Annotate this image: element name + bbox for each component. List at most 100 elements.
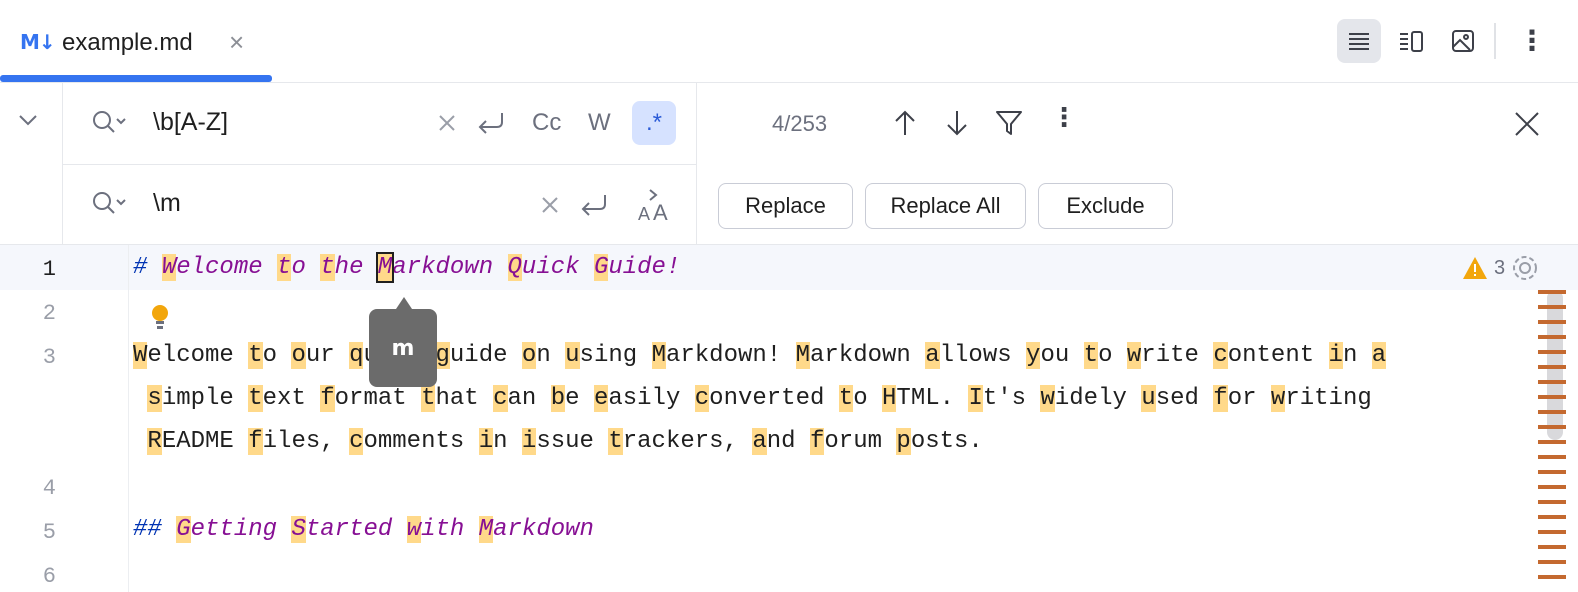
- next-occurrence-icon[interactable]: [945, 109, 969, 137]
- search-match: t: [277, 254, 292, 281]
- exclude-button[interactable]: Exclude: [1038, 183, 1173, 229]
- code-text: arkdown!: [665, 342, 796, 369]
- code-text: rite: [1141, 342, 1214, 369]
- search-match: t: [1083, 342, 1099, 369]
- code-text: #: [133, 254, 162, 281]
- code-text: uide!: [608, 254, 681, 281]
- markdown-file-icon: M↓: [20, 30, 56, 54]
- replacement-preview-tooltip: m: [369, 297, 437, 387]
- scroll-marker: [1538, 545, 1566, 549]
- clear-search-icon[interactable]: [438, 114, 456, 132]
- code-line-5: ## Getting Started with Markdown: [133, 516, 594, 543]
- close-find-icon[interactable]: [1513, 110, 1541, 138]
- replace-all-button[interactable]: Replace All: [865, 183, 1026, 229]
- toolbar-divider: [1494, 23, 1496, 59]
- match-case-option[interactable]: Cc: [532, 109, 561, 137]
- search-match: H: [882, 385, 897, 412]
- filter-icon[interactable]: [995, 109, 1023, 137]
- editor-only-icon: [1349, 33, 1369, 50]
- code-text: uick: [521, 254, 594, 281]
- code-text: arkdown: [392, 254, 508, 281]
- search-match: e: [593, 385, 609, 412]
- code-text: orum: [824, 428, 897, 455]
- scroll-marker: [1538, 530, 1566, 534]
- clear-replace-icon[interactable]: [541, 196, 559, 214]
- scroll-marker: [1538, 515, 1566, 519]
- scroll-marker: [1538, 365, 1566, 369]
- code-text: ontent: [1227, 342, 1329, 369]
- more-options-icon[interactable]: ⋮: [1518, 24, 1546, 57]
- search-match: i: [521, 428, 537, 455]
- line-number: 3: [42, 345, 56, 370]
- code-line-3-wrap-2: README files, comments in issue trackers…: [133, 428, 983, 455]
- tab-example-md[interactable]: M↓ example.md ×: [0, 0, 272, 82]
- editor-tab-bar: M↓ example.md × ⋮: [0, 0, 1578, 83]
- code-text: e: [565, 385, 594, 412]
- line-number-gutter: 1 2 3 4 5 6: [0, 245, 129, 592]
- replace-new-line-icon[interactable]: [579, 192, 609, 218]
- split-view-button[interactable]: [1389, 19, 1433, 63]
- code-text: o: [262, 342, 292, 369]
- new-line-icon[interactable]: [476, 110, 506, 136]
- search-match: p: [896, 428, 911, 455]
- replace-history-icon[interactable]: [92, 190, 128, 216]
- editor-only-view-button[interactable]: [1337, 19, 1381, 63]
- search-history-icon[interactable]: [92, 109, 128, 135]
- toggle-replace-button[interactable]: [0, 83, 63, 244]
- preserve-case-icon[interactable]: AA: [636, 188, 672, 222]
- gear-icon[interactable]: [1511, 254, 1539, 282]
- code-text: he: [334, 254, 378, 281]
- code-text: ormat: [334, 385, 422, 412]
- replace-button[interactable]: Replace: [718, 183, 853, 229]
- code-text: an: [507, 385, 551, 412]
- find-more-options-icon[interactable]: ⋮: [1051, 103, 1077, 133]
- code-text: n: [1342, 342, 1372, 369]
- code-text: TML.: [896, 385, 969, 412]
- svg-text:A: A: [653, 200, 668, 222]
- search-match: R: [147, 428, 162, 455]
- code-text: elcome: [147, 342, 249, 369]
- search-match: w: [406, 516, 422, 543]
- whole-words-option[interactable]: W: [588, 109, 611, 137]
- code-text: idely: [1054, 385, 1142, 412]
- scroll-marker: [1538, 335, 1566, 339]
- search-match: S: [291, 516, 306, 543]
- find-replace-panel: \b[A-Z] Cc W .* \m AA 4/253 ⋮ Replace Re…: [0, 83, 1578, 245]
- close-tab-icon[interactable]: ×: [229, 27, 244, 58]
- code-text: arkdown: [493, 516, 594, 543]
- preview-only-button[interactable]: [1441, 19, 1485, 63]
- search-match: c: [1213, 342, 1228, 369]
- svg-text:A: A: [638, 204, 650, 222]
- find-results-pane: 4/253 ⋮ Replace Replace All Exclude: [696, 83, 1578, 244]
- code-text: llows: [939, 342, 1027, 369]
- scroll-marker: [1538, 500, 1566, 504]
- search-match: c: [493, 385, 508, 412]
- regex-option[interactable]: .*: [632, 101, 676, 145]
- replace-input[interactable]: \m: [153, 189, 513, 218]
- search-match: G: [593, 254, 609, 281]
- code-line-1: # Welcome to the Markdown Quick Guide!: [133, 252, 681, 283]
- code-text: o: [1098, 342, 1127, 369]
- scroll-marker: [1538, 305, 1566, 309]
- search-match: y: [1026, 342, 1041, 369]
- search-match: f: [1213, 385, 1228, 412]
- code-editor[interactable]: 1 2 3 4 5 6 # Welcome to the Markdown Qu…: [0, 245, 1578, 592]
- code-text: imple: [161, 385, 249, 412]
- scroll-marker: [1538, 485, 1566, 489]
- code-text: sed: [1155, 385, 1214, 412]
- search-match: t: [320, 254, 335, 281]
- search-match: c: [349, 428, 364, 455]
- code-text: etting: [190, 516, 292, 543]
- preview-image-icon: [1452, 30, 1474, 52]
- search-match: s: [147, 385, 162, 412]
- lightbulb-icon[interactable]: [148, 303, 172, 333]
- search-match: o: [521, 342, 537, 369]
- code-text: hat: [435, 385, 494, 412]
- search-match: t: [608, 428, 623, 455]
- code-text: tarted: [305, 516, 407, 543]
- previous-occurrence-icon[interactable]: [893, 109, 917, 137]
- line-number: 4: [42, 476, 56, 501]
- inspection-widget[interactable]: 3: [1462, 253, 1539, 283]
- search-input[interactable]: \b[A-Z]: [153, 108, 413, 137]
